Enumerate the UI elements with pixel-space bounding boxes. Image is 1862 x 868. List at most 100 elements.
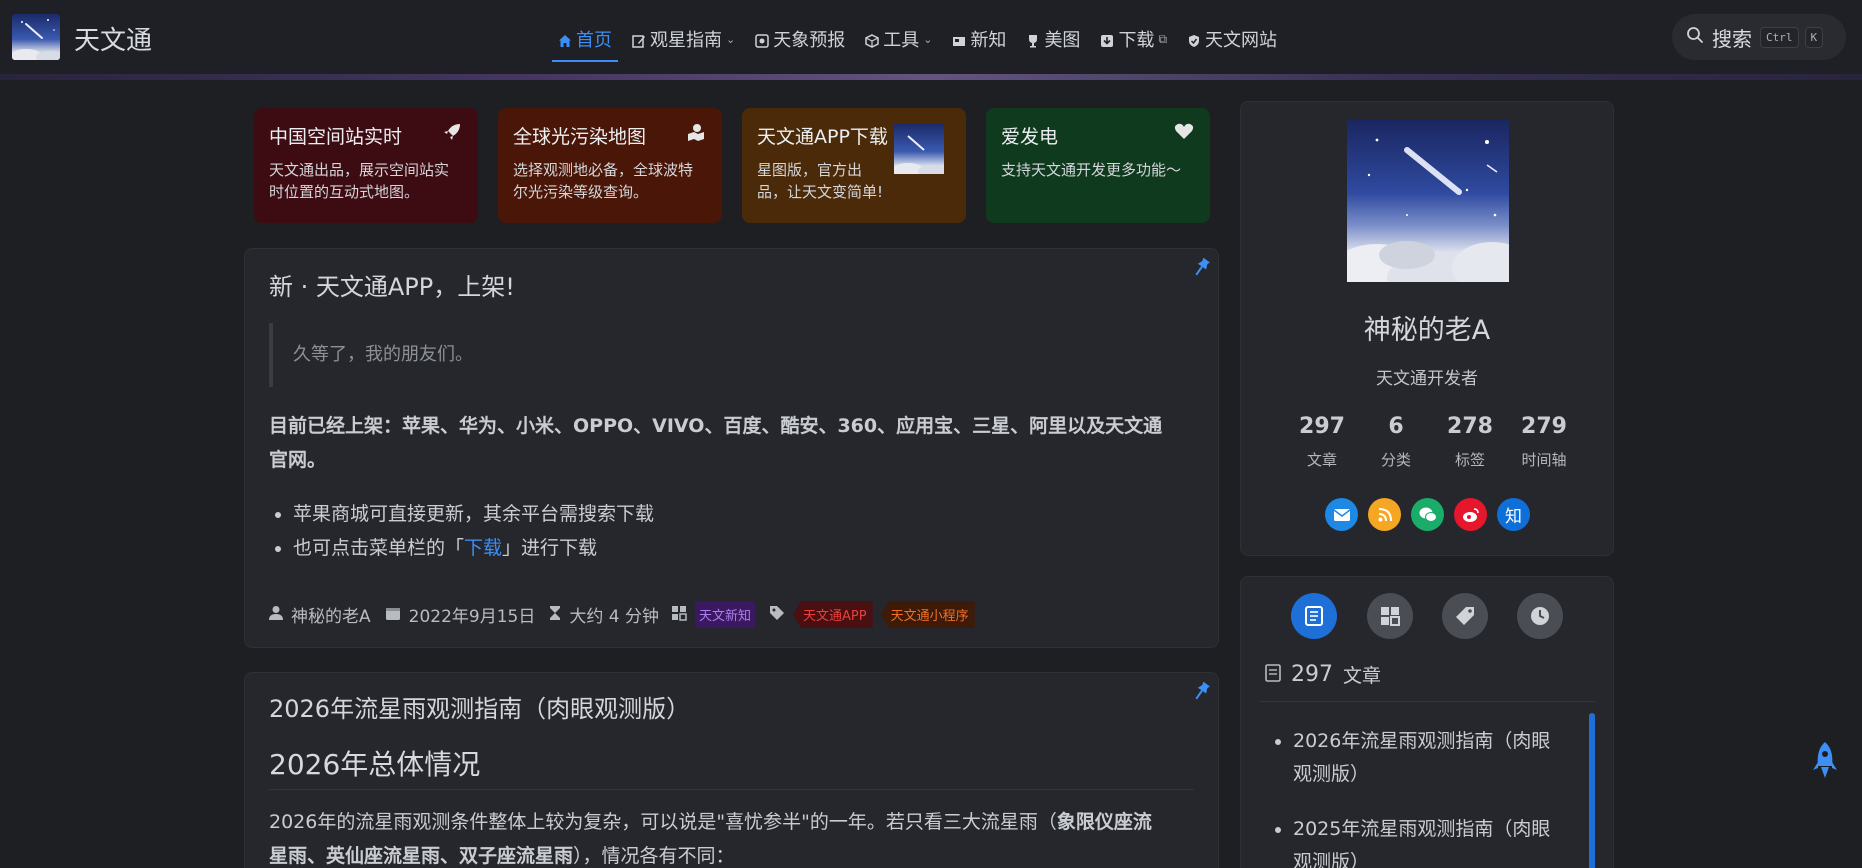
- download-link[interactable]: 下载: [464, 537, 502, 559]
- site-brand[interactable]: 天文通: [74, 20, 152, 57]
- article-count: 297: [1291, 662, 1333, 687]
- stat-label: 时间轴: [1521, 451, 1567, 469]
- post-paragraph-line2: 官网。: [269, 449, 327, 471]
- shortcut-ctrl: Ctrl: [1760, 26, 1799, 48]
- document-icon: [1265, 663, 1281, 686]
- article-panel: 297 文章 2026年流星雨观测指南（肉眼观测版） 2025年流星雨观测指南（…: [1240, 576, 1614, 868]
- profile-card: 神秘的老A 天文通开发者 297 文章 6 分类 278 标签 279 时间轴 知: [1240, 101, 1614, 556]
- nav-tools[interactable]: 工具 ⌄: [855, 22, 942, 56]
- scrollbar[interactable]: [1589, 713, 1595, 868]
- nav-news-label: 新知: [970, 30, 1007, 51]
- post-author[interactable]: 神秘的老A: [291, 602, 371, 627]
- bullet-text: 也可点击菜单栏的「: [293, 537, 465, 559]
- chevron-down-icon: ⌄: [923, 32, 933, 46]
- tab-articles[interactable]: [1291, 593, 1337, 639]
- post-date: 2022年9月15日: [408, 607, 536, 627]
- mail-icon[interactable]: [1325, 498, 1358, 531]
- nav-news[interactable]: 新知: [942, 22, 1016, 56]
- wechat-icon[interactable]: [1411, 498, 1444, 531]
- top-navbar: 天文通 首页 观星指南 ⌄ 天象预报 工具 ⌄ 新知 美图 下载 ⧉ 天文网站 …: [0, 0, 1862, 76]
- nav-home[interactable]: 首页: [548, 22, 622, 62]
- external-link-icon: ⧉: [1158, 31, 1168, 46]
- nav-gallery[interactable]: 美图: [1016, 22, 1090, 56]
- tab-tags[interactable]: [1442, 593, 1488, 639]
- author-name: 神秘的老A: [1363, 315, 1491, 346]
- search-icon: [1686, 26, 1704, 48]
- nav-guide[interactable]: 观星指南 ⌄: [622, 22, 745, 56]
- list-item[interactable]: 2026年流星雨观测指南（肉眼观测版）: [1293, 725, 1563, 791]
- stat-label: 分类: [1380, 451, 1411, 469]
- nav-home-label: 首页: [576, 30, 612, 51]
- author-subtitle: 天文通开发者: [1376, 369, 1478, 389]
- feature-card-space-station[interactable]: 中国空间站实时 天文通出品，展示空间站实时位置的互动式地图。: [254, 108, 478, 223]
- stat-timeline[interactable]: 279 时间轴: [1507, 414, 1581, 470]
- nav-forecast[interactable]: 天象预报: [745, 22, 855, 56]
- text-bold: 象限仪座流: [1056, 811, 1152, 833]
- shield-icon: [1187, 32, 1201, 47]
- nav-forecast-label: 天象预报: [773, 30, 846, 51]
- tag-badge[interactable]: 天文通小程序: [880, 601, 975, 628]
- nav-sites[interactable]: 天文网站: [1177, 22, 1287, 56]
- user-icon: [269, 605, 283, 625]
- feature-card-app-download[interactable]: 天文通APP下载 星图版，官方出品，让天文变简单!: [742, 108, 966, 223]
- stat-label: 文章: [1306, 451, 1337, 469]
- category-icon: [671, 605, 687, 625]
- tag-icon: [769, 605, 785, 625]
- hourglass-icon: [549, 605, 561, 625]
- nav-gallery-label: 美图: [1044, 30, 1081, 51]
- forecast-icon: [755, 32, 769, 48]
- zhihu-icon[interactable]: 知: [1497, 498, 1530, 531]
- stat-categories[interactable]: 6 分类: [1359, 414, 1433, 470]
- stat-tags[interactable]: 278 标签: [1433, 414, 1507, 470]
- stat-number: 297: [1299, 414, 1345, 439]
- main-nav: 首页 观星指南 ⌄ 天象预报 工具 ⌄ 新知 美图 下载 ⧉ 天文网站: [548, 22, 1287, 62]
- list-item: 苹果商城可直接更新，其余平台需搜索下载: [293, 497, 654, 531]
- edit-icon: [632, 32, 646, 48]
- header-banner-strip: [0, 74, 1862, 80]
- heart-icon: [1174, 122, 1194, 145]
- feature-card-sponsor[interactable]: 爱发电 支持天文通开发更多功能～: [986, 108, 1210, 223]
- rocket-icon: [1812, 742, 1838, 787]
- back-to-top-button[interactable]: [1812, 740, 1838, 787]
- post-bullet-list: 苹果商城可直接更新，其余平台需搜索下载 也可点击菜单栏的「下载」进行下载: [293, 497, 654, 565]
- avatar: [1347, 120, 1509, 282]
- feature-title: 中国空间站实时: [269, 126, 403, 148]
- text: 2026年的流星雨观测条件整体上较为复杂，可以说是"喜忧参半"的一年。若只看三大…: [269, 811, 1057, 833]
- social-links: 知: [1325, 498, 1530, 531]
- feature-desc: 选择观测地必备，全球波特尔光污染等级查询。: [513, 161, 694, 201]
- search-label: 搜索: [1712, 26, 1752, 51]
- divider: [1259, 701, 1595, 702]
- article-list: 2026年流星雨观测指南（肉眼观测版） 2025年流星雨观测指南（肉眼观测版）: [1293, 725, 1563, 868]
- pin-icon: [1186, 255, 1213, 285]
- tab-timeline[interactable]: [1517, 593, 1563, 639]
- weibo-icon[interactable]: [1454, 498, 1487, 531]
- feature-card-light-pollution[interactable]: 全球光污染地图 选择观测地必备，全球波特尔光污染等级查询。: [498, 108, 722, 223]
- post-paragraph: 目前已经上架：苹果、华为、小米、OPPO、VIVO、百度、酷安、360、应用宝、…: [269, 409, 1162, 477]
- post-card[interactable]: 2026年流星雨观测指南（肉眼观测版） 2026年总体情况 2026年的流星雨观…: [244, 672, 1219, 868]
- site-logo[interactable]: [12, 14, 60, 60]
- nav-guide-label: 观星指南: [650, 30, 722, 51]
- stat-number: 278: [1447, 414, 1493, 439]
- stat-articles[interactable]: 297 文章: [1285, 414, 1359, 470]
- post-title[interactable]: 2026年流星雨观测指南（肉眼观测版）: [269, 689, 690, 724]
- post-quote: 久等了，我的朋友们。: [269, 323, 549, 387]
- nav-download[interactable]: 下载 ⧉: [1090, 22, 1177, 56]
- article-count-label: 文章: [1343, 665, 1382, 687]
- tab-categories[interactable]: [1367, 593, 1413, 639]
- nav-sites-label: 天文网站: [1205, 30, 1278, 51]
- tag-badge[interactable]: 天文通APP: [793, 601, 873, 628]
- search-button[interactable]: 搜索 Ctrl K: [1672, 14, 1846, 60]
- post-title[interactable]: 新 · 天文通APP，上架!: [269, 267, 515, 302]
- text: ），情况各有不同：: [573, 845, 735, 867]
- list-item: 也可点击菜单栏的「下载」进行下载: [293, 531, 654, 565]
- rss-icon[interactable]: [1368, 498, 1401, 531]
- list-item[interactable]: 2025年流星雨观测指南（肉眼观测版）: [1293, 813, 1563, 868]
- category-badge[interactable]: 天文新知: [694, 601, 755, 628]
- map-icon: [686, 122, 706, 147]
- card-icon: [952, 32, 966, 46]
- article-panel-heading: 297 文章: [1265, 661, 1381, 688]
- post-card[interactable]: 新 · 天文通APP，上架! 久等了，我的朋友们。 目前已经上架：苹果、华为、小…: [244, 248, 1219, 648]
- home-icon: [558, 32, 572, 47]
- bullet-text: 」进行下载: [502, 537, 598, 559]
- post-meta: 神秘的老A 2022年9月15日 大约 4 分钟 天文新知 天文通APP 天文通…: [269, 601, 975, 628]
